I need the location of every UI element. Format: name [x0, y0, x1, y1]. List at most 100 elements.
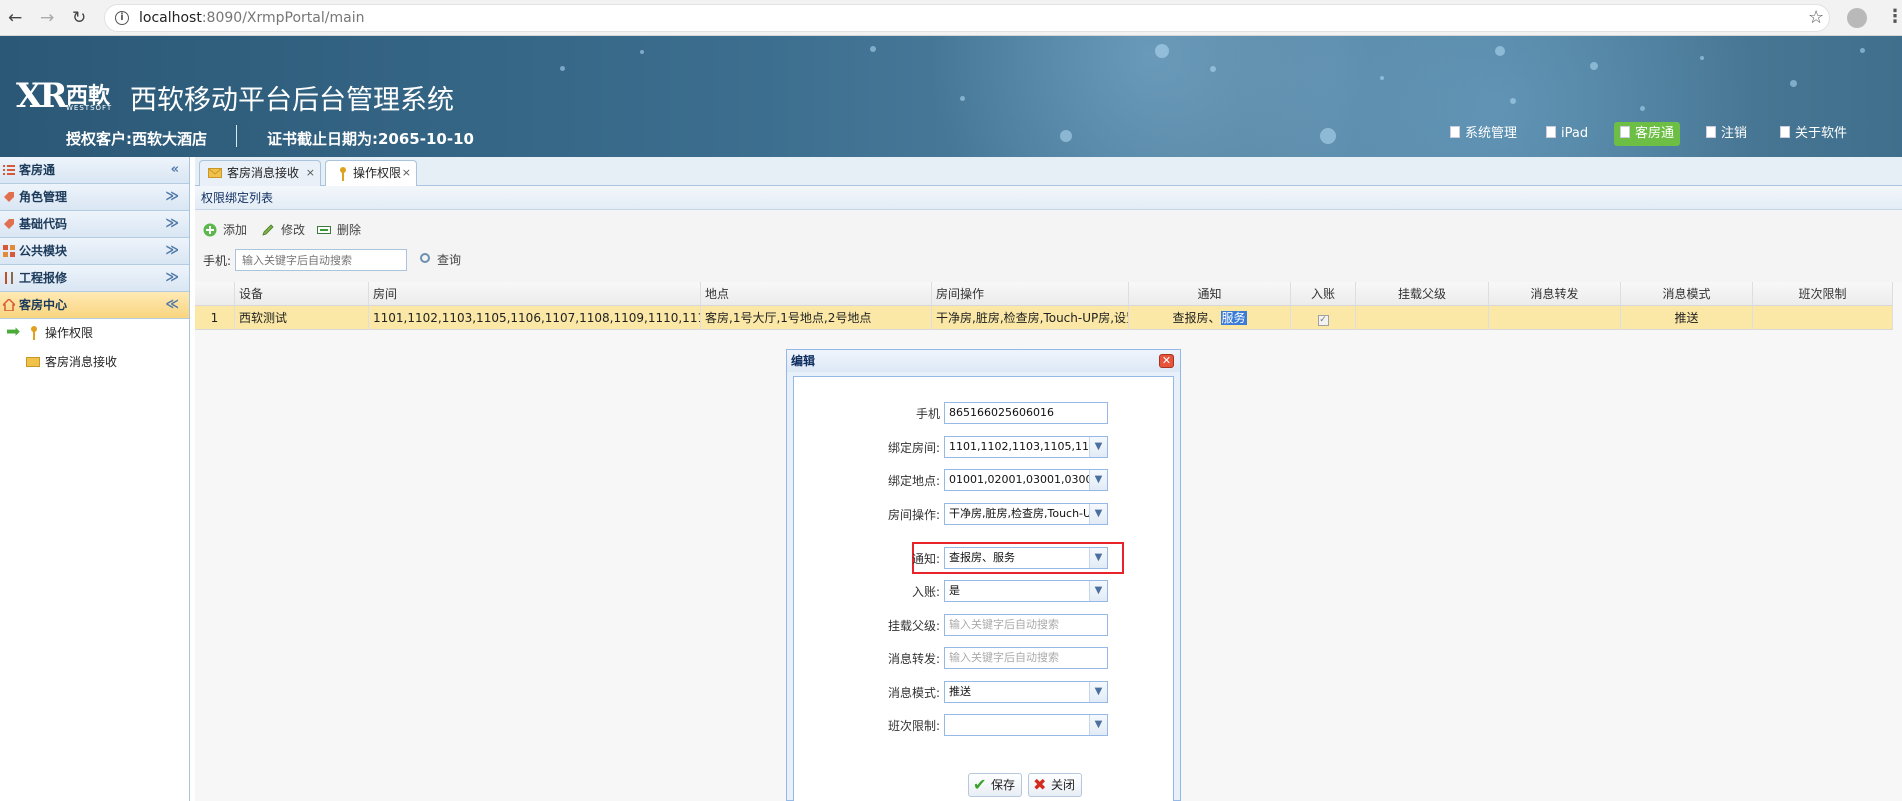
chevron-down-icon[interactable]: ▼: [1089, 437, 1107, 457]
room-ops-select[interactable]: 干净房,脏房,检查房,Touch-UP房 ▼: [944, 503, 1108, 525]
chevron-down-icon[interactable]: ▼: [1089, 581, 1107, 601]
sidebar-group-base-codes[interactable]: 基础代码 ≫: [0, 211, 189, 238]
close-icon: ✖: [1033, 775, 1047, 794]
notify-select[interactable]: 查报房、服务 ▼: [944, 547, 1108, 569]
info-icon[interactable]: i: [115, 11, 129, 25]
parent-input[interactable]: 输入关键字后自动搜索: [944, 614, 1108, 636]
dialog-close-icon[interactable]: ✕: [1159, 354, 1174, 368]
chevron-down-icon[interactable]: ▼: [1089, 715, 1107, 735]
arrow-right-icon: ➡: [6, 322, 21, 342]
grid-header-mode[interactable]: 消息模式: [1621, 282, 1753, 306]
grid-header-parent[interactable]: 挂载父级: [1356, 282, 1489, 306]
field-shift: 班次限制: ▼: [794, 714, 1175, 736]
forward-icon[interactable]: →: [40, 8, 54, 28]
nav-system-management[interactable]: 系统管理: [1444, 122, 1523, 146]
grid-header-rooms[interactable]: 房间: [369, 282, 701, 306]
add-label: 添加: [223, 223, 248, 237]
sidebar-group-label: 基础代码: [19, 217, 68, 231]
delete-icon: [317, 226, 331, 234]
browser-menu-icon[interactable]: ⋮: [1886, 6, 1902, 27]
grid-toolbar: 添加 修改 删除 手机: 查询: [195, 210, 1902, 282]
sidebar-group-roles[interactable]: 角色管理 ≫: [0, 184, 189, 211]
licensed-client: 授权客户:西软大酒店: [66, 130, 207, 148]
tab-room-message[interactable]: 客房消息接收 ×: [199, 160, 321, 186]
grid-header-locations[interactable]: 地点: [701, 282, 932, 306]
table-row[interactable]: 1 西软测试 1101,1102,1103,1105,1106,1107,110…: [195, 306, 1893, 330]
locations-label: 绑定地点:: [887, 474, 940, 488]
field-locations: 绑定地点: 01001,02001,03001,03002 ▼: [794, 469, 1175, 491]
page-icon: [1780, 126, 1790, 138]
nav-about[interactable]: 关于软件: [1774, 122, 1853, 146]
save-button[interactable]: ✔ 保存: [968, 773, 1023, 797]
checkin-select[interactable]: 是 ▼: [944, 580, 1108, 602]
grid-header-checkin[interactable]: 入账: [1291, 282, 1356, 306]
grid-header-device[interactable]: 设备: [235, 282, 369, 306]
certificate-expiry: 证书截止日期为:2065-10-10: [267, 130, 474, 148]
sidebar-group-maintenance[interactable]: 工程报修 ≫: [0, 265, 189, 292]
chevron-down-icon[interactable]: ▼: [1089, 548, 1107, 568]
phone-search-input[interactable]: [235, 249, 407, 271]
row-number: 1: [195, 306, 235, 330]
rooms-select[interactable]: 1101,1102,1103,1105,1106 ▼: [944, 436, 1108, 458]
phone-input[interactable]: 865166025606016: [944, 402, 1108, 424]
header-divider: [236, 125, 237, 147]
sidebar-group-housekeeping[interactable]: 客房通 «: [0, 157, 189, 184]
expand-icon[interactable]: ≫: [165, 211, 179, 237]
expand-icon[interactable]: ≫: [165, 184, 179, 210]
chevron-down-icon[interactable]: ▼: [1089, 504, 1107, 524]
sidebar-item-room-message[interactable]: 客房消息接收: [0, 348, 189, 377]
checkin-label: 入账:: [911, 585, 940, 599]
collapse-icon[interactable]: ≪: [165, 292, 179, 318]
grid-header-shift[interactable]: 班次限制: [1753, 282, 1893, 306]
sidebar-item-label: 客房消息接收: [45, 355, 118, 369]
expand-icon[interactable]: ≫: [165, 265, 179, 291]
delete-button[interactable]: 删除: [317, 220, 361, 240]
edit-button[interactable]: 修改: [261, 220, 305, 240]
nav-ipad[interactable]: iPad: [1540, 122, 1594, 146]
tab-close-icon[interactable]: ×: [306, 161, 315, 185]
sidebar-group-housekeeping-center[interactable]: 客房中心 ≪: [0, 292, 189, 319]
logout-icon: [1706, 126, 1716, 138]
bookmark-star-icon[interactable]: ☆: [1808, 7, 1824, 28]
rooms-value: 1101,1102,1103,1105,1106: [949, 440, 1103, 453]
expand-icon[interactable]: ≫: [165, 238, 179, 264]
mode-select[interactable]: 推送 ▼: [944, 681, 1108, 703]
locations-select[interactable]: 01001,02001,03001,03002 ▼: [944, 469, 1108, 491]
grid-header-room-ops[interactable]: 房间操作: [932, 282, 1129, 306]
close-button[interactable]: ✖ 关闭: [1028, 773, 1083, 797]
profile-avatar-icon[interactable]: [1847, 8, 1867, 28]
grid-header-notify[interactable]: 通知: [1129, 282, 1291, 306]
mail-icon: [208, 168, 222, 178]
sidebar-item-operation-permission[interactable]: ➡ 操作权限: [0, 319, 189, 348]
cell-locations: 客房,1号大厅,1号地点,2号地点: [701, 306, 932, 330]
nav-housekeeping[interactable]: 客房通: [1614, 122, 1681, 146]
cell-room-ops: 干净房,脏房,检查房,Touch-UP房,设置维修房: [932, 306, 1129, 330]
page-icon: [1546, 126, 1556, 138]
tab-operation-permission[interactable]: 操作权限 ×: [325, 160, 417, 187]
chevron-down-icon[interactable]: ▼: [1089, 682, 1107, 702]
logo-english: WESTSOFT: [66, 104, 113, 112]
query-button[interactable]: 查询: [420, 251, 461, 268]
tag-icon: [4, 219, 14, 229]
collapse-icon[interactable]: «: [171, 157, 179, 183]
address-bar[interactable]: i localhost:8090/XrmpPortal/main: [104, 4, 1830, 32]
sidebar-group-public-modules[interactable]: 公共模块 ≫: [0, 238, 189, 265]
field-notify: 通知: 查报房、服务 ▼: [794, 547, 1175, 569]
field-forward: 消息转发: 输入关键字后自动搜索: [794, 647, 1175, 669]
grid-header-forward[interactable]: 消息转发: [1489, 282, 1621, 306]
chevron-down-icon[interactable]: ▼: [1089, 470, 1107, 490]
system-title: 西软移动平台后台管理系统: [130, 85, 454, 116]
url-text[interactable]: localhost:8090/XrmpPortal/main: [139, 10, 364, 26]
nav-logout[interactable]: 注销: [1700, 122, 1753, 146]
back-icon[interactable]: ←: [8, 8, 22, 28]
reload-icon[interactable]: ↻: [72, 8, 86, 28]
checkin-value: 是: [949, 584, 960, 597]
phone-search-label: 手机:: [203, 254, 232, 268]
add-button[interactable]: 添加: [203, 220, 247, 240]
parent-label: 挂载父级:: [887, 619, 940, 633]
shift-label: 班次限制:: [887, 719, 940, 733]
shift-select[interactable]: ▼: [944, 714, 1108, 736]
tab-close-icon[interactable]: ×: [402, 161, 411, 185]
forward-input[interactable]: 输入关键字后自动搜索: [944, 647, 1108, 669]
browser-toolbar: ← → ↻ i localhost:8090/XrmpPortal/main ☆…: [0, 0, 1902, 36]
